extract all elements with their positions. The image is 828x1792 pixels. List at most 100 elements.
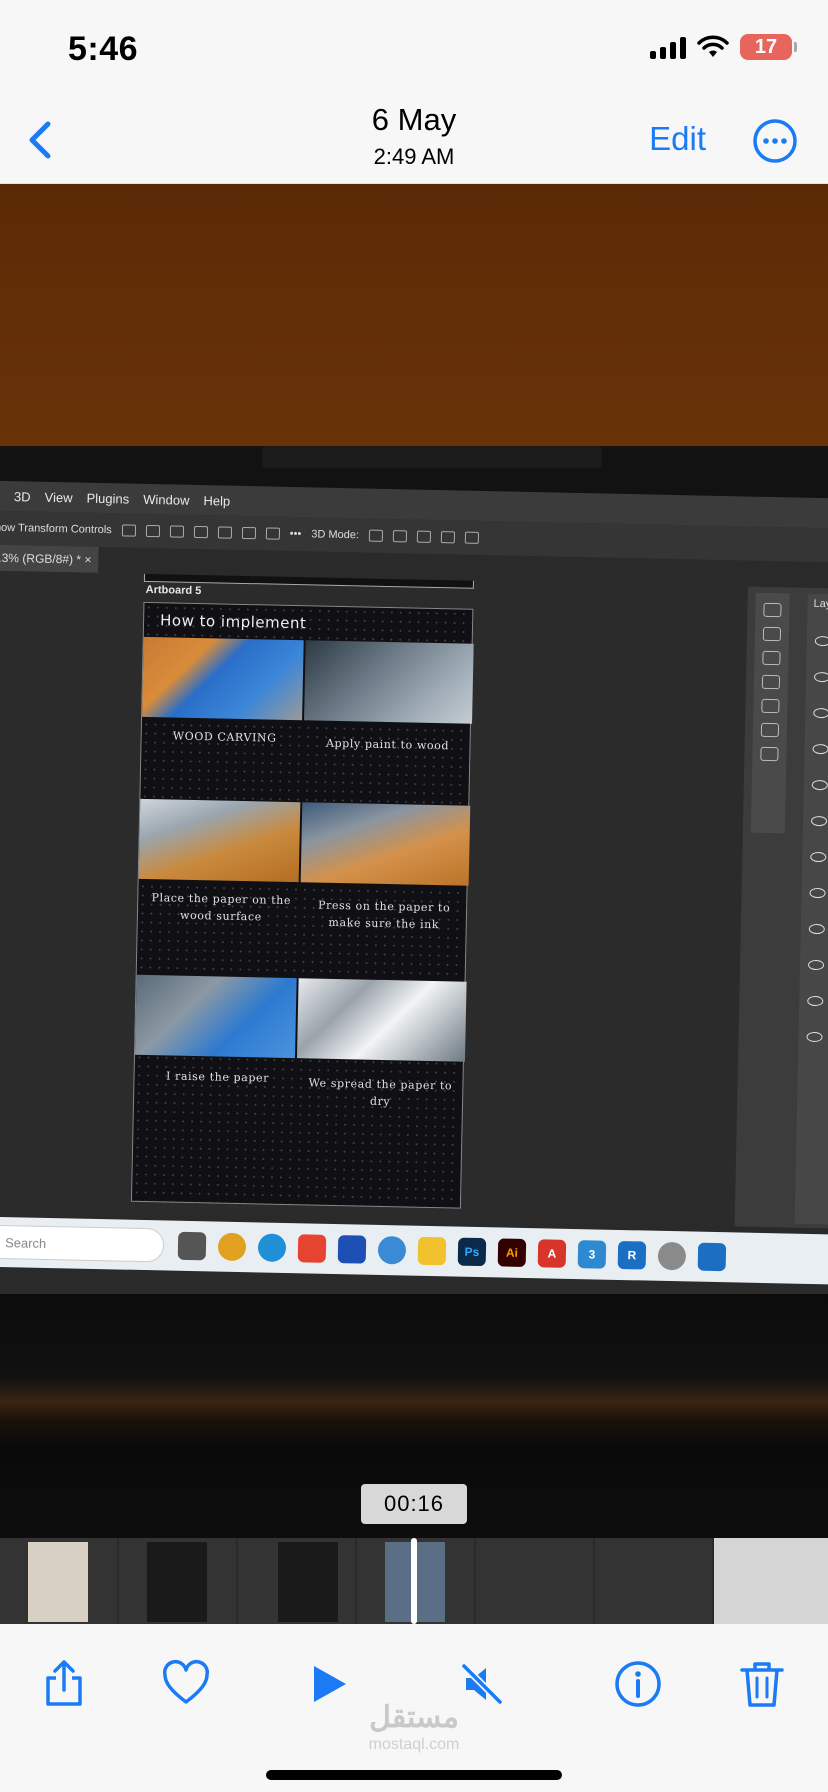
top-bar: 5:46 17 6 May 2:49 AM Edit (0, 0, 828, 184)
video-frame[interactable]: r 3D View Plugins Window Help how Transf… (0, 184, 828, 1538)
layers-panel: Laye (794, 593, 828, 1226)
taskbar-search-placeholder: Search (4, 1234, 47, 1251)
raise-paper-photo (135, 974, 297, 1059)
layer-visibility-icon (813, 671, 828, 683)
libraries-icon (763, 602, 782, 618)
photoshop-right-panels: Laye (734, 586, 828, 1230)
status-time: 5:46 (68, 30, 139, 68)
frame-thumbnail (28, 1542, 88, 1622)
illustrator-icon: Ai (497, 1238, 527, 1268)
scrubber-frame (476, 1538, 593, 1624)
more-options-icon[interactable] (752, 118, 798, 164)
layer-visibility-icon (813, 707, 828, 719)
fx-icon (761, 698, 780, 714)
watermark-url: mostaql.com (368, 1736, 460, 1753)
whatsapp-icon (657, 1241, 687, 1271)
wifi-icon (697, 35, 729, 57)
layer-visibility-icon (810, 815, 828, 827)
settings-icon (377, 1235, 407, 1265)
battery-level: 17 (754, 35, 778, 58)
pan-icon (416, 530, 432, 543)
revit-icon: R (617, 1240, 647, 1270)
document-tab: .3% (RGB/8#) * × (0, 543, 99, 573)
chrome-icon (217, 1232, 247, 1262)
history-icon (762, 650, 781, 666)
edit-button[interactable]: Edit (649, 120, 706, 158)
artboard: How to implement WOOD CARVING Apply pain… (130, 601, 474, 1209)
layer-visibility-icon (806, 1031, 823, 1043)
3dsmax-icon: 3 (577, 1240, 607, 1269)
caption-place-paper: Place the paper on the wood surface (151, 891, 292, 924)
taskbar-apps: Ps Ai A 3 R (177, 1231, 727, 1272)
panel-icon-strip (750, 592, 790, 834)
video-camera-icon (464, 531, 480, 544)
frame-thumbnail (278, 1542, 338, 1622)
task-view-icon (177, 1231, 207, 1261)
align-top-icon (217, 526, 232, 539)
outlook-icon (697, 1242, 727, 1272)
more-icon: ••• (289, 527, 302, 541)
anydesk-icon (297, 1234, 327, 1263)
layer-visibility-icon (814, 635, 828, 647)
layers-title: Laye (813, 597, 828, 611)
layer-visibility-icon (807, 959, 825, 971)
align-center-icon (145, 524, 160, 538)
status-indicators: 17 (650, 34, 797, 60)
scrubber-frame (0, 1538, 117, 1624)
taskbar-search: Search (0, 1224, 165, 1263)
artboard-heading: How to implement (159, 611, 307, 633)
layer-visibility-icon (808, 923, 825, 935)
apply-paint-photo (304, 640, 474, 724)
caption-spread-paper: We spread the paper to dry (308, 1076, 453, 1109)
paragraph-icon (760, 746, 779, 762)
press-paper-photo (300, 802, 471, 886)
battery-icon: 17 (740, 34, 797, 60)
caption-raise-paper: I raise the paper (165, 1069, 270, 1085)
photoshop-icon: Ps (457, 1237, 487, 1267)
watermark-logo: مستقل (369, 1701, 459, 1734)
scrubber-frame (595, 1538, 712, 1624)
menu-item-view: View (44, 489, 73, 505)
place-paper-photo (138, 798, 301, 883)
align-left-icon (121, 524, 136, 537)
layer-visibility-icon (810, 851, 827, 863)
wood-carving-photo (142, 636, 304, 721)
video-timecode: 00:16 (361, 1484, 467, 1524)
layer-visibility-icon (809, 887, 826, 899)
layer-visibility-icon (812, 743, 828, 755)
home-indicator (266, 1770, 562, 1780)
file-explorer-icon (417, 1236, 447, 1266)
artboard-label: Artboard 5 (145, 583, 202, 598)
3d-mode-label: 3D Mode: (311, 528, 360, 542)
character-icon (760, 722, 780, 738)
scrubber-playhead[interactable] (411, 1538, 417, 1624)
distribute-icon (193, 525, 208, 539)
monitor-screen: r 3D View Plugins Window Help how Transf… (0, 480, 828, 1320)
monitor-webcam (262, 446, 602, 468)
edge-icon (257, 1233, 287, 1262)
caption-apply-paint: Apply paint to wood (325, 736, 450, 753)
scrubber-frame (119, 1538, 236, 1624)
caption-wood-carving: WOOD CARVING (172, 729, 277, 745)
scrubber-frame (238, 1538, 355, 1624)
layer-visibility-icon (811, 779, 828, 791)
align-middle-icon (241, 526, 256, 540)
menu-item-3d: 3D (13, 488, 31, 504)
menu-item-window: Window (143, 491, 190, 508)
frame-thumbnail (147, 1542, 207, 1622)
info-icon (761, 674, 781, 690)
align-bottom-icon (265, 527, 280, 540)
scrubber-frame (714, 1538, 828, 1624)
caption-press-paper: Press on the paper to make sure the ink (317, 898, 451, 932)
align-right-icon (169, 525, 184, 538)
app-icon (337, 1235, 367, 1264)
windows-taskbar: Search Ps Ai A 3 R (0, 1215, 828, 1286)
roll-icon (392, 530, 408, 543)
autocad-icon: A (537, 1239, 567, 1268)
slide-icon (440, 531, 456, 544)
orbit-icon (368, 529, 384, 542)
transform-controls-label: how Transform Controls (0, 521, 112, 537)
bottom-toolbar: مستقل mostaql.com (0, 1624, 828, 1792)
cellular-signal-icon (650, 35, 686, 59)
layer-visibility-icon (807, 995, 824, 1007)
